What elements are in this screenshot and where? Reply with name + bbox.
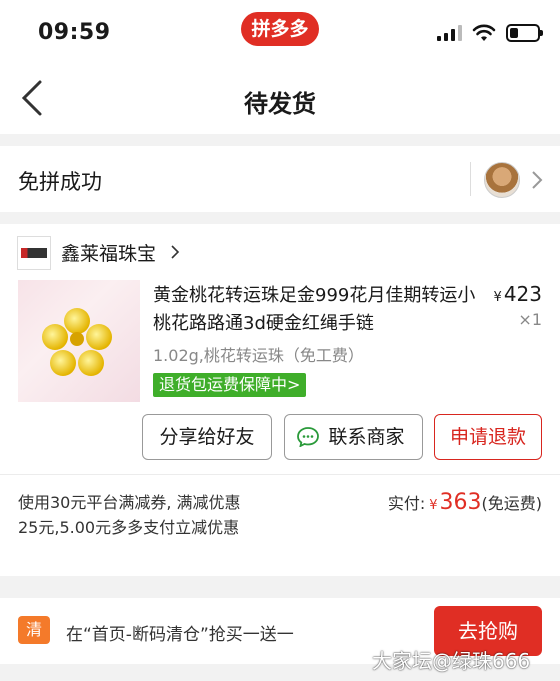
chevron-right-icon[interactable] — [170, 245, 180, 259]
refund-button[interactable]: 申请退款 — [434, 414, 542, 460]
page-title: 待发货 — [244, 90, 316, 118]
product-quantity: ×1 — [518, 310, 542, 329]
banner-text: 在“首页-断码清仓”抢买一送一 — [66, 625, 294, 645]
divider — [0, 474, 560, 475]
order-status-row[interactable]: 免拼成功 — [0, 146, 560, 212]
product-price: ¥423 — [493, 282, 542, 306]
order-card: 鑫莱福珠宝 黄金桃花转运珠足金999花月佳期转运小桃花路路通3d硬金红绳手链 ¥… — [0, 224, 560, 576]
clearance-icon: 清 — [18, 616, 50, 644]
contact-seller-label: 联系商家 — [328, 426, 405, 448]
status-time: 09:59 — [38, 20, 111, 45]
watermark: 大家坛@绿珠666 — [372, 649, 531, 673]
return-shipping-badge[interactable]: 退货包运费保障中> — [153, 373, 307, 397]
nav-bar: 待发货 — [0, 62, 560, 134]
store-logo[interactable] — [17, 236, 51, 270]
divider — [470, 162, 471, 196]
status-bar: 09:59 拼多多 — [0, 0, 560, 62]
share-button[interactable]: 分享给好友 — [142, 414, 272, 460]
product-title[interactable]: 黄金桃花转运珠足金999花月佳期转运小桃花路路通3d硬金红绳手链 — [153, 282, 478, 338]
chat-bubble-icon — [297, 427, 319, 447]
chevron-right-icon[interactable] — [530, 170, 544, 190]
product-spec: 1.02g,桃花转运珠（免工费） — [153, 346, 364, 365]
paid-amount: 实付: ¥363(免运费) — [387, 490, 542, 515]
system-icons — [437, 22, 543, 44]
battery-icon — [506, 24, 543, 42]
store-name[interactable]: 鑫莱福珠宝 — [61, 239, 156, 266]
product-image[interactable] — [18, 280, 140, 402]
avatar[interactable] — [484, 162, 520, 198]
contact-seller-button[interactable]: 联系商家 — [284, 414, 423, 460]
signal-icon — [437, 25, 462, 41]
promo-text: 使用30元平台满减券, 满减优惠25元,5.00元多多支付立减优惠 — [18, 493, 241, 537]
app-badge: 拼多多 — [241, 12, 319, 46]
wifi-icon — [472, 24, 496, 41]
order-status-text: 免拼成功 — [18, 170, 102, 194]
